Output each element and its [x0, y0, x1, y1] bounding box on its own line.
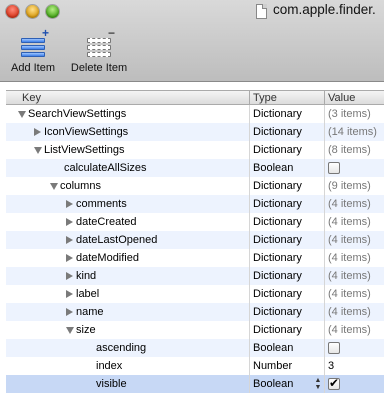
- window-title: com.apple.finder.: [273, 2, 376, 17]
- disclosure-closed-icon[interactable]: [34, 128, 41, 136]
- type-popup-stepper-icon[interactable]: ▲ ▼: [314, 377, 322, 391]
- row-searchviewsettings[interactable]: SearchViewSettings Dictionary (3 items): [6, 105, 384, 123]
- row-label[interactable]: label Dictionary (4 items): [6, 285, 384, 303]
- type-cell[interactable]: Number: [253, 360, 292, 372]
- row-columns[interactable]: columns Dictionary (9 items): [6, 177, 384, 195]
- checkbox-unchecked[interactable]: [328, 342, 340, 354]
- checkbox-unchecked[interactable]: [328, 162, 340, 174]
- type-cell[interactable]: Dictionary: [253, 306, 302, 318]
- value-cell[interactable]: (4 items): [328, 270, 371, 282]
- table-header: Key Type Value: [6, 90, 384, 105]
- type-cell[interactable]: Boolean: [253, 342, 293, 354]
- value-cell[interactable]: (4 items): [328, 252, 371, 264]
- column-header-value[interactable]: Value: [328, 92, 355, 104]
- column-header-type[interactable]: Type: [253, 92, 277, 104]
- row-kind[interactable]: kind Dictionary (4 items): [6, 267, 384, 285]
- type-cell[interactable]: Dictionary: [253, 252, 302, 264]
- disclosure-closed-icon[interactable]: [66, 218, 73, 226]
- delete-item-button[interactable]: − Delete Item: [66, 27, 132, 74]
- row-datemodified[interactable]: dateModified Dictionary (4 items): [6, 249, 384, 267]
- row-visible[interactable]: visible Boolean ▲ ▼: [6, 375, 384, 393]
- key-cell[interactable]: dateCreated: [76, 216, 137, 228]
- checkbox-checked[interactable]: [328, 376, 340, 390]
- key-cell[interactable]: dateModified: [76, 252, 139, 264]
- disclosure-open-icon[interactable]: [50, 183, 58, 190]
- disclosure-closed-icon[interactable]: [66, 308, 73, 316]
- row-index[interactable]: index Number 3: [6, 357, 384, 375]
- value-cell[interactable]: 3: [328, 360, 334, 372]
- value-cell[interactable]: (4 items): [328, 306, 371, 318]
- row-datecreated[interactable]: dateCreated Dictionary (4 items): [6, 213, 384, 231]
- add-item-button[interactable]: + Add Item: [6, 27, 60, 74]
- row-calculateallsizes[interactable]: calculateAllSizes Boolean: [6, 159, 384, 177]
- key-cell[interactable]: columns: [60, 180, 101, 192]
- key-cell[interactable]: comments: [76, 198, 127, 210]
- type-cell[interactable]: Dictionary: [253, 324, 302, 336]
- disclosure-open-icon[interactable]: [66, 327, 74, 334]
- key-cell[interactable]: IconViewSettings: [44, 126, 128, 138]
- type-cell[interactable]: Boolean: [253, 378, 293, 390]
- key-cell[interactable]: SearchViewSettings: [28, 108, 126, 120]
- value-cell[interactable]: (4 items): [328, 288, 371, 300]
- column-header-key[interactable]: Key: [22, 92, 41, 104]
- type-cell[interactable]: Dictionary: [253, 270, 302, 282]
- key-cell[interactable]: visible: [96, 378, 127, 390]
- type-cell[interactable]: Dictionary: [253, 126, 302, 138]
- table-body: SearchViewSettings Dictionary (3 items) Ico…: [6, 105, 384, 393]
- row-name[interactable]: name Dictionary (4 items): [6, 303, 384, 321]
- disclosure-closed-icon[interactable]: [66, 272, 73, 280]
- key-cell[interactable]: name: [76, 306, 104, 318]
- value-cell[interactable]: (9 items): [328, 180, 371, 192]
- key-cell[interactable]: size: [76, 324, 96, 336]
- delete-item-icon: −: [85, 27, 115, 58]
- close-window-button[interactable]: [6, 5, 19, 18]
- key-cell[interactable]: dateLastOpened: [76, 234, 157, 246]
- disclosure-closed-icon[interactable]: [66, 200, 73, 208]
- plist-table: Key Type Value SearchViewSettings Diction…: [6, 90, 384, 393]
- disclosure-open-icon[interactable]: [34, 147, 42, 154]
- key-cell[interactable]: index: [96, 360, 122, 372]
- delete-item-label: Delete Item: [70, 62, 128, 74]
- add-item-label: Add Item: [10, 62, 56, 74]
- key-cell[interactable]: ListViewSettings: [44, 144, 125, 156]
- value-cell[interactable]: (8 items): [328, 144, 371, 156]
- disclosure-closed-icon[interactable]: [66, 290, 73, 298]
- row-size[interactable]: size Dictionary (4 items): [6, 321, 384, 339]
- key-cell[interactable]: kind: [76, 270, 96, 282]
- key-cell[interactable]: ascending: [96, 342, 146, 354]
- window-toolbar: com.apple.finder. + Add Item − Delete It…: [0, 0, 384, 82]
- type-cell[interactable]: Dictionary: [253, 180, 302, 192]
- value-cell[interactable]: (14 items): [328, 126, 377, 138]
- row-comments[interactable]: comments Dictionary (4 items): [6, 195, 384, 213]
- key-cell[interactable]: label: [76, 288, 99, 300]
- row-iconviewsettings[interactable]: IconViewSettings Dictionary (14 items): [6, 123, 384, 141]
- zoom-window-button[interactable]: [46, 5, 59, 18]
- value-cell[interactable]: (3 items): [328, 108, 371, 120]
- value-cell[interactable]: (4 items): [328, 198, 371, 210]
- window-controls: [6, 5, 59, 18]
- disclosure-closed-icon[interactable]: [66, 254, 73, 262]
- type-cell[interactable]: Dictionary: [253, 108, 302, 120]
- type-cell[interactable]: Dictionary: [253, 216, 302, 228]
- minimize-window-button[interactable]: [26, 5, 39, 18]
- row-ascending[interactable]: ascending Boolean: [6, 339, 384, 357]
- type-cell[interactable]: Dictionary: [253, 234, 302, 246]
- disclosure-open-icon[interactable]: [18, 111, 26, 118]
- value-cell[interactable]: (4 items): [328, 234, 371, 246]
- row-listviewsettings[interactable]: ListViewSettings Dictionary (8 items): [6, 141, 384, 159]
- type-cell[interactable]: Boolean: [253, 162, 293, 174]
- add-item-icon: +: [19, 27, 49, 58]
- type-cell[interactable]: Dictionary: [253, 144, 302, 156]
- value-cell[interactable]: (4 items): [328, 216, 371, 228]
- type-cell[interactable]: Dictionary: [253, 288, 302, 300]
- row-datelastopened[interactable]: dateLastOpened Dictionary (4 items): [6, 231, 384, 249]
- value-cell[interactable]: (4 items): [328, 324, 371, 336]
- document-icon: [256, 4, 267, 19]
- disclosure-closed-icon[interactable]: [66, 236, 73, 244]
- type-cell[interactable]: Dictionary: [253, 198, 302, 210]
- key-cell[interactable]: calculateAllSizes: [64, 162, 147, 174]
